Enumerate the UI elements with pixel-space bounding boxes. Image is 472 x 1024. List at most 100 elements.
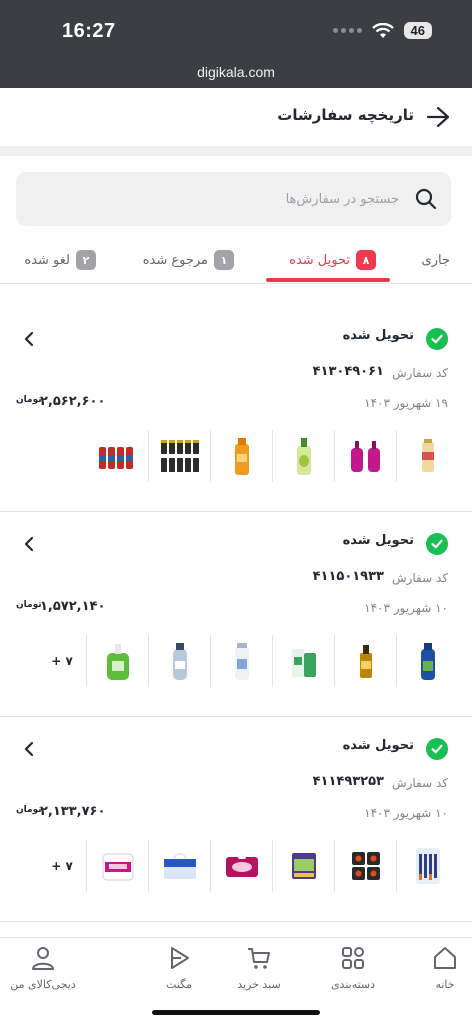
order-status: تحویل شده [342,533,414,548]
wifi-icon [371,22,394,38]
product-thumbnail[interactable] [86,635,148,687]
check-icon [426,328,448,350]
tab-delivered[interactable]: ۸ تحویل شده [289,248,376,272]
snack-pack-icon [351,852,380,880]
nav-label: دیجی‌کالای من [10,978,76,991]
home-icon [434,947,456,969]
nav-home[interactable]: خانه [400,944,472,991]
order-price: ۲,۱۳۳,۷۶۰ [40,804,106,819]
check-icon [426,533,448,555]
magnet-icon [171,947,189,969]
chevron-left-icon[interactable] [22,535,36,553]
order-date: ۱۰ شهریور ۱۴۰۳ [364,601,448,615]
currency-label: تومان [16,395,42,405]
category-icon [342,947,364,969]
order-card[interactable]: تحویل شده کد سفارش ۴۱۱۵۰۱۹۳۳ ۱۰ شهریور ۱… [0,513,472,717]
product-thumbnail[interactable] [86,840,148,892]
orange-bottle-icon [234,438,249,475]
batteries-icon [160,440,199,472]
tab-label: مرجوع شده [142,252,208,268]
product-thumbnail[interactable] [334,430,396,482]
product-thumbnails [14,426,458,486]
pads-pack-icon [291,853,316,879]
nav-cart[interactable]: سبد خرید [214,944,304,991]
back-arrow-icon[interactable] [426,106,450,128]
order-status: تحویل شده [342,738,414,753]
product-thumbnail[interactable] [148,430,210,482]
tissue-pink-icon [225,853,258,877]
order-code-label: کد سفارش [391,776,448,790]
order-card[interactable]: تحویل شده کد سفارش ۴۱۱۴۹۳۲۵۳ ۱۰ شهریور ۱… [0,718,472,922]
nav-label: دسته‌بندی [330,978,376,991]
product-thumbnail[interactable] [210,430,272,482]
nav-categories[interactable]: دسته‌بندی [308,944,398,991]
order-price: ۱,۵۷۲,۱۴۰ [40,599,106,614]
nav-label: سبد خرید [237,978,281,991]
chevron-left-icon[interactable] [22,330,36,348]
baby-powder-icon [234,643,249,680]
tab-count-badge: ۸ [356,250,376,270]
status-indicators: 46 [332,22,432,39]
tab-count-badge: ۲ [76,250,96,270]
product-thumbnail[interactable] [272,635,334,687]
product-thumbnail[interactable] [334,635,396,687]
battery-indicator: 46 [403,22,432,39]
product-thumbnail[interactable] [396,635,458,687]
nav-profile[interactable]: دیجی‌کالای من [0,944,88,991]
order-code-label: کد سفارش [391,366,448,380]
order-price: ۲,۵۶۲,۶۰۰ [40,394,106,409]
hand-soap-icon [106,644,129,680]
order-status-tabs: جاری ۸ تحویل شده ۱ مرجوع شده ۲ لغو شده [0,236,472,284]
currency-label: تومان [16,805,42,815]
tab-count-badge: ۱ [214,250,234,270]
status-time: 16:27 [62,20,116,42]
product-thumbnail[interactable] [396,840,458,892]
oil-bottle-icon [359,645,372,678]
order-code: ۴۱۳۰۴۹۰۶۱ [312,364,384,379]
user-icon [32,947,54,970]
search-icon[interactable] [415,188,437,210]
chevron-left-icon[interactable] [22,740,36,758]
tissue-blue-icon [163,853,196,879]
active-tab-indicator [266,278,390,282]
search-input[interactable] [69,186,399,212]
product-thumbnails: + ۷ [14,836,458,896]
signal-icon [332,28,362,33]
product-thumbnail[interactable] [148,635,210,687]
order-code: ۴۱۱۴۹۳۲۵۳ [312,774,384,789]
product-thumbnail[interactable] [148,840,210,892]
product-thumbnails: + ۷ [14,631,458,691]
product-thumbnail[interactable] [210,840,272,892]
tab-returned[interactable]: ۱ مرجوع شده [143,248,234,272]
cart-icon [248,948,270,969]
product-thumbnail[interactable] [396,430,458,482]
tab-current[interactable]: جاری [422,248,450,272]
nav-magnet[interactable]: مگنت [134,944,224,991]
check-icon [426,738,448,760]
tab-label: جاری [421,252,450,268]
home-indicator [152,1010,320,1015]
cream-tube-icon [291,649,316,677]
search-box[interactable] [16,172,451,226]
shampoo-blue-icon [420,643,435,680]
product-thumbnail[interactable] [210,635,272,687]
nav-label: مگنت [165,978,193,991]
lotion-bottle-icon [172,643,187,680]
order-date: ۱۰ شهریور ۱۴۰۳ [364,806,448,820]
tab-label: تحویل شده [289,252,350,268]
pink-bottles-icon [350,441,380,472]
tab-cancelled[interactable]: ۲ لغو شده [24,248,96,272]
page-title: تاریخچه سفارشات [277,106,414,124]
page-header: تاریخچه سفارشات [0,88,472,146]
product-thumbnail[interactable] [272,430,334,482]
order-card[interactable]: تحویل شده کد سفارش ۴۱۳۰۴۹۰۶۱ ۱۹ شهریور ۱… [0,308,472,512]
product-thumbnail[interactable] [272,840,334,892]
more-items-count[interactable]: + ۷ [38,840,86,892]
product-thumbnail[interactable] [334,840,396,892]
order-status: تحویل شده [342,328,414,343]
section-divider [0,146,472,156]
address-bar-url[interactable]: digikala.com [0,64,472,80]
product-thumbnail[interactable] [86,430,148,482]
more-items-count[interactable]: + ۷ [38,635,86,687]
tissue-roll-icon [102,853,133,881]
